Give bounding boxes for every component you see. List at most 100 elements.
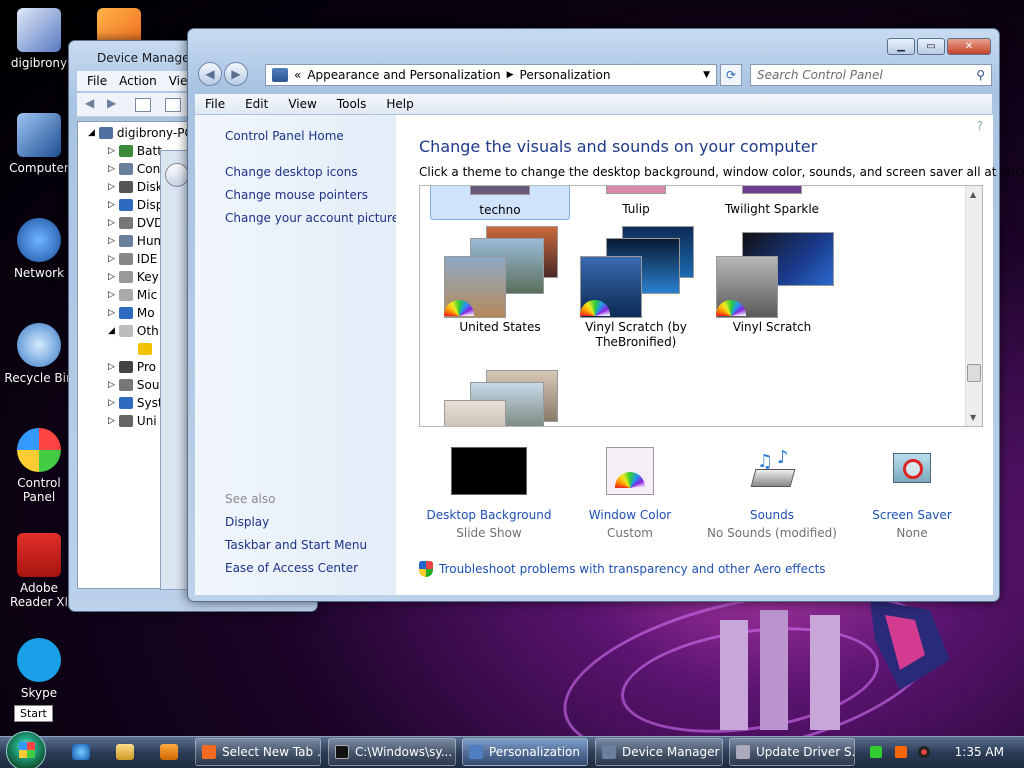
theme-item-vinyl-scratch[interactable]: Vinyl Scratch <box>702 226 842 335</box>
volume-tray-icon[interactable] <box>918 746 930 758</box>
breadcrumb-separator-icon[interactable]: ▶ <box>507 70 514 80</box>
internet-explorer-icon[interactable] <box>72 744 90 760</box>
tree-node[interactable]: ▷ Sou <box>108 376 160 394</box>
maximize-button[interactable]: ▭ <box>917 38 945 55</box>
desktop-background-setting[interactable]: Desktop Background Slide Show <box>419 447 559 543</box>
expand-icon[interactable]: ▷ <box>108 380 115 390</box>
menu-view[interactable]: View <box>278 97 326 111</box>
back-arrow-icon[interactable]: ◀ <box>85 96 94 110</box>
scrollbar-thumb[interactable] <box>967 364 981 382</box>
start-button[interactable] <box>6 731 46 768</box>
menu-action[interactable]: Action <box>119 74 157 88</box>
expand-icon[interactable]: ▷ <box>108 146 115 156</box>
menu-file[interactable]: File <box>195 97 235 111</box>
breadcrumb-personalization[interactable]: Personalization <box>520 68 611 82</box>
search-icon[interactable]: ⚲ <box>976 68 985 82</box>
screen-saver-link[interactable]: Screen Saver <box>842 507 982 523</box>
tree-node[interactable]: ▷ Disp <box>108 196 163 214</box>
expand-icon[interactable]: ▷ <box>108 236 115 246</box>
search-input[interactable]: Search Control Panel ⚲ <box>750 64 992 86</box>
tree-node[interactable]: ▷ Batt <box>108 142 162 160</box>
network-tray-icon[interactable] <box>870 746 882 758</box>
taskbar-button-cmd[interactable]: C:\Windows\sy... <box>328 738 456 766</box>
tree-node[interactable] <box>138 340 156 358</box>
desktop-icon-recycle-bin[interactable]: Recycle Bin <box>0 323 78 385</box>
menu-edit[interactable]: Edit <box>235 97 278 111</box>
expand-icon[interactable]: ▷ <box>108 398 115 408</box>
breadcrumb-overflow[interactable]: « <box>294 68 301 82</box>
tree-node[interactable]: ▷ IDE <box>108 250 157 268</box>
tree-node[interactable]: ▷ Mo <box>108 304 155 322</box>
theme-item-partial[interactable] <box>430 366 570 426</box>
menu-help[interactable]: Help <box>376 97 423 111</box>
taskbar-button-device-manager[interactable]: Device Manager <box>595 738 723 766</box>
system-clock[interactable]: 1:35 AM <box>955 745 1004 759</box>
scroll-down-arrow-icon[interactable]: ▼ <box>970 413 976 422</box>
taskbar-button-personalization[interactable]: Personalization <box>462 738 588 766</box>
expand-icon[interactable]: ▷ <box>108 308 115 318</box>
tree-root[interactable]: ◢ digibrony-PC <box>88 124 193 142</box>
window-color-setting[interactable]: Window Color Custom <box>560 447 700 543</box>
back-button[interactable]: ◀ <box>198 62 222 86</box>
sounds-setting[interactable]: ♫ ♪ Sounds No Sounds (modified) <box>702 447 842 543</box>
desktop-icon-adobe-reader[interactable]: Adobe Reader XI <box>0 533 78 609</box>
expand-icon[interactable]: ▷ <box>108 272 115 282</box>
expand-icon[interactable]: ▷ <box>108 416 115 426</box>
tree-node[interactable]: ◢ Oth <box>108 322 159 340</box>
media-player-icon[interactable] <box>160 744 178 760</box>
control-panel-home-link[interactable]: Control Panel Home <box>225 129 344 143</box>
expand-icon[interactable]: ▷ <box>108 290 115 300</box>
change-account-picture-link[interactable]: Change your account picture <box>225 211 399 225</box>
theme-item-techno[interactable]: techno <box>430 186 570 220</box>
desktop-icon-skype[interactable]: Skype <box>0 638 78 700</box>
sounds-link[interactable]: Sounds <box>702 507 842 523</box>
change-desktop-icons-link[interactable]: Change desktop icons <box>225 165 358 179</box>
expand-icon[interactable]: ▷ <box>108 182 115 192</box>
theme-item-tulip[interactable]: Tulip <box>566 186 706 220</box>
help-icon[interactable]: ? <box>977 119 983 133</box>
desktop-icon-network[interactable]: Network <box>0 218 78 280</box>
window-color-link[interactable]: Window Color <box>560 507 700 523</box>
refresh-button[interactable]: ⟳ <box>720 64 742 86</box>
display-link[interactable]: Display <box>225 515 269 529</box>
update-icon[interactable] <box>165 98 181 112</box>
close-button[interactable]: ✕ <box>947 38 991 55</box>
tree-node[interactable]: ▷ Uni <box>108 412 157 430</box>
action-center-tray-icon[interactable] <box>895 746 907 758</box>
back-button[interactable] <box>165 163 189 187</box>
forward-button[interactable]: ▶ <box>224 62 248 86</box>
tree-node[interactable]: ▷ Pro <box>108 358 156 376</box>
desktop-icon-user[interactable]: digibrony <box>0 8 78 70</box>
theme-gallery[interactable]: techno Tulip Twilight Sparkle United Sta… <box>419 185 983 427</box>
gallery-scrollbar[interactable]: ▲ ▼ <box>965 186 982 426</box>
personalization-window[interactable]: ▁ ▭ ✕ ◀ ▶ « Appearance and Personalizati… <box>187 28 1024 602</box>
troubleshoot-link-row[interactable]: Troubleshoot problems with transparency … <box>419 561 826 577</box>
expand-icon[interactable]: ▷ <box>108 164 115 174</box>
address-bar[interactable]: « Appearance and Personalization ▶ Perso… <box>265 64 717 86</box>
tree-node[interactable]: ▷ Disk <box>108 178 163 196</box>
troubleshoot-link[interactable]: Troubleshoot problems with transparency … <box>439 562 826 576</box>
minimize-button[interactable]: ▁ <box>887 38 915 55</box>
taskbar-button-browser[interactable]: Select New Tab ... <box>195 738 321 766</box>
tree-node[interactable]: ▷ Syst <box>108 394 163 412</box>
chevron-down-icon[interactable]: ▼ <box>703 70 710 80</box>
breadcrumb-appearance[interactable]: Appearance and Personalization <box>307 68 500 82</box>
screen-saver-setting[interactable]: Screen Saver None <box>842 447 982 543</box>
properties-icon[interactable] <box>135 98 151 112</box>
tree-node[interactable]: ▷ Mic <box>108 286 157 304</box>
expand-icon[interactable]: ▷ <box>108 200 115 210</box>
theme-item-twilight-sparkle[interactable]: Twilight Sparkle <box>702 186 842 220</box>
expand-icon[interactable]: ▷ <box>108 254 115 264</box>
explorer-folder-icon[interactable] <box>116 744 134 760</box>
collapse-icon[interactable]: ◢ <box>88 128 95 138</box>
theme-item-vinyl-scratch-bronified[interactable]: Vinyl Scratch (by TheBronified) <box>566 226 706 350</box>
tree-node[interactable]: ▷ Con <box>108 160 160 178</box>
taskbar-start-menu-link[interactable]: Taskbar and Start Menu <box>225 538 367 552</box>
menu-tools[interactable]: Tools <box>327 97 377 111</box>
tree-node[interactable]: ▷ Key <box>108 268 159 286</box>
taskbar-button-update-driver[interactable]: Update Driver S... <box>729 738 855 766</box>
collapse-icon[interactable]: ◢ <box>108 326 115 336</box>
desktop-icon-computer[interactable]: Computer <box>0 113 78 175</box>
tree-node[interactable]: ▷ Hum <box>108 232 165 250</box>
scroll-up-arrow-icon[interactable]: ▲ <box>970 190 976 199</box>
